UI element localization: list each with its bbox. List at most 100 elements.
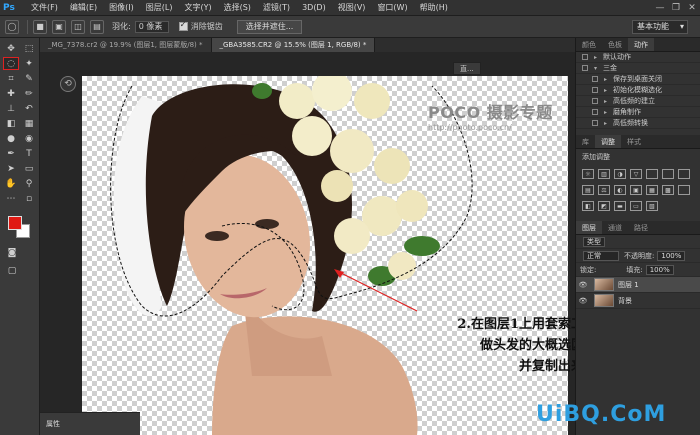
healing-brush-icon[interactable]: ✚: [3, 87, 19, 100]
expand-caret-icon[interactable]: ▾: [594, 65, 600, 72]
tab-actions[interactable]: 动作: [628, 38, 654, 51]
action-item[interactable]: ▸ 高低频的建立: [576, 96, 700, 107]
expand-caret-icon[interactable]: ▸: [594, 54, 600, 61]
expand-caret-icon[interactable]: ▸: [604, 98, 610, 105]
action-item[interactable]: ▸ 保存到桌面关闭: [576, 74, 700, 85]
exposure-icon[interactable]: ▽: [630, 169, 642, 179]
menu-edit[interactable]: 编辑(E): [64, 0, 103, 16]
invert-icon[interactable]: ▦: [646, 185, 658, 195]
add-selection-icon[interactable]: ▣: [52, 19, 66, 34]
history-brush-icon[interactable]: ↶: [21, 102, 37, 115]
shadows-highlights-icon[interactable]: ▬: [614, 201, 626, 211]
levels-icon[interactable]: ▥: [598, 169, 610, 179]
feather-input[interactable]: 0 像素: [134, 20, 169, 33]
menu-select[interactable]: 选择(S): [218, 0, 257, 16]
blend-mode-select[interactable]: 正常: [583, 250, 619, 261]
menu-layer[interactable]: 图层(L): [140, 0, 179, 16]
close-button[interactable]: ✕: [684, 0, 700, 16]
move-tool-icon[interactable]: ✥: [3, 42, 19, 55]
black-white-icon[interactable]: ▤: [582, 185, 594, 195]
histogram-panel-tab[interactable]: 直...: [453, 62, 481, 75]
quick-mask-icon[interactable]: ◙: [4, 246, 20, 259]
action-item[interactable]: ▸ 默认动作: [576, 52, 700, 63]
action-item[interactable]: ▸ 磨角制作: [576, 107, 700, 118]
visibility-eye-icon[interactable]: 👁: [576, 281, 590, 289]
threshold-icon[interactable]: [678, 185, 690, 195]
menu-3d[interactable]: 3D(D): [296, 0, 332, 16]
tab-document-2[interactable]: _GBA3585.CR2 @ 15.5% (图层 1, RGB/8) *: [211, 38, 376, 52]
tab-paths[interactable]: 路径: [628, 221, 654, 234]
layer-row[interactable]: 👁 背景: [576, 293, 700, 309]
tab-swatches[interactable]: 色板: [602, 38, 628, 51]
posterize-icon[interactable]: ▩: [662, 185, 674, 195]
vibrance-icon[interactable]: [646, 169, 658, 179]
expand-caret-icon[interactable]: ▸: [604, 87, 610, 94]
select-and-mask-button[interactable]: 选择并遮住...: [236, 19, 303, 34]
antialias-checkbox[interactable]: [178, 20, 188, 31]
action-toggle-checkbox[interactable]: [592, 87, 598, 93]
subtract-selection-icon[interactable]: ◫: [71, 19, 85, 34]
tab-channels[interactable]: 通道: [602, 221, 628, 234]
tab-layers[interactable]: 图层: [576, 221, 602, 234]
clone-stamp-icon[interactable]: ⊥: [3, 102, 19, 115]
menu-view[interactable]: 视图(V): [332, 0, 372, 16]
screen-mode-icon[interactable]: ▢: [4, 264, 20, 277]
visibility-eye-icon[interactable]: 👁: [576, 297, 590, 305]
brightness-contrast-icon[interactable]: ☼: [582, 169, 594, 179]
photo-filter-icon[interactable]: ⚖: [598, 185, 610, 195]
properties-panel-tab[interactable]: 属性: [40, 412, 140, 435]
action-toggle-checkbox[interactable]: [592, 98, 598, 104]
tab-libraries[interactable]: 库: [576, 135, 595, 148]
match-color-icon[interactable]: ▧: [646, 201, 658, 211]
intersect-selection-icon[interactable]: ▤: [90, 19, 104, 34]
marquee-tool-icon[interactable]: ⬚: [21, 42, 37, 55]
tab-adjustments[interactable]: 调整: [595, 135, 621, 148]
path-select-icon[interactable]: ➤: [3, 162, 19, 175]
action-toggle-checkbox[interactable]: [592, 120, 598, 126]
expand-caret-icon[interactable]: ▸: [604, 76, 610, 83]
hdr-toning-icon[interactable]: ▭: [630, 201, 642, 211]
menu-file[interactable]: 文件(F): [25, 0, 64, 16]
fill-input[interactable]: 100%: [645, 264, 674, 275]
color-balance-icon[interactable]: [678, 169, 690, 179]
action-item[interactable]: ▾ 三金: [576, 63, 700, 74]
expand-caret-icon[interactable]: ▸: [604, 120, 610, 127]
action-toggle-checkbox[interactable]: [582, 65, 588, 71]
crop-tool-icon[interactable]: ⌗: [3, 72, 19, 85]
action-toggle-checkbox[interactable]: [582, 54, 588, 60]
menu-window[interactable]: 窗口(W): [371, 0, 413, 16]
more-tools-icon[interactable]: ⋯: [3, 192, 19, 205]
workspace-select[interactable]: 基本功能: [632, 19, 688, 34]
magic-wand-tool-icon[interactable]: ✦: [21, 57, 37, 70]
lasso-tool-icon[interactable]: ◌: [3, 57, 19, 70]
menu-filter[interactable]: 滤镜(T): [257, 0, 296, 16]
restore-button[interactable]: ❐: [668, 0, 684, 16]
channel-mixer-icon[interactable]: ◐: [614, 185, 626, 195]
opacity-input[interactable]: 100%: [657, 250, 686, 261]
brush-tool-icon[interactable]: ✏: [21, 87, 37, 100]
tab-color[interactable]: 颜色: [576, 38, 602, 51]
tab-styles[interactable]: 样式: [621, 135, 647, 148]
edit-toolbar-icon[interactable]: ▫: [21, 192, 37, 205]
selective-color-icon[interactable]: ◩: [598, 201, 610, 211]
action-item[interactable]: ▸ 高低频转换: [576, 118, 700, 129]
shape-tool-icon[interactable]: ▭: [21, 162, 37, 175]
eyedropper-tool-icon[interactable]: ✎: [21, 72, 37, 85]
eraser-tool-icon[interactable]: ◧: [3, 117, 19, 130]
blur-tool-icon[interactable]: ●: [3, 132, 19, 145]
gradient-map-icon[interactable]: ◧: [582, 201, 594, 211]
pen-tool-icon[interactable]: ✒: [3, 147, 19, 160]
curves-icon[interactable]: ◑: [614, 169, 626, 179]
foreground-color[interactable]: [8, 216, 22, 230]
hue-saturation-icon[interactable]: [662, 169, 674, 179]
tab-document-1[interactable]: _MG_7378.cr2 @ 19.9% (图层1, 图层蒙版/8) *: [40, 38, 212, 52]
gradient-tool-icon[interactable]: ▦: [21, 117, 37, 130]
color-lookup-icon[interactable]: ▣: [630, 185, 642, 195]
menu-image[interactable]: 图像(I): [103, 0, 140, 16]
zoom-tool-icon[interactable]: ⚲: [21, 177, 37, 190]
minimize-button[interactable]: —: [652, 0, 668, 16]
menu-type[interactable]: 文字(Y): [178, 0, 217, 16]
action-toggle-checkbox[interactable]: [592, 76, 598, 82]
layer-row[interactable]: 👁 图层 1: [576, 277, 700, 293]
menu-help[interactable]: 帮助(H): [414, 0, 454, 16]
